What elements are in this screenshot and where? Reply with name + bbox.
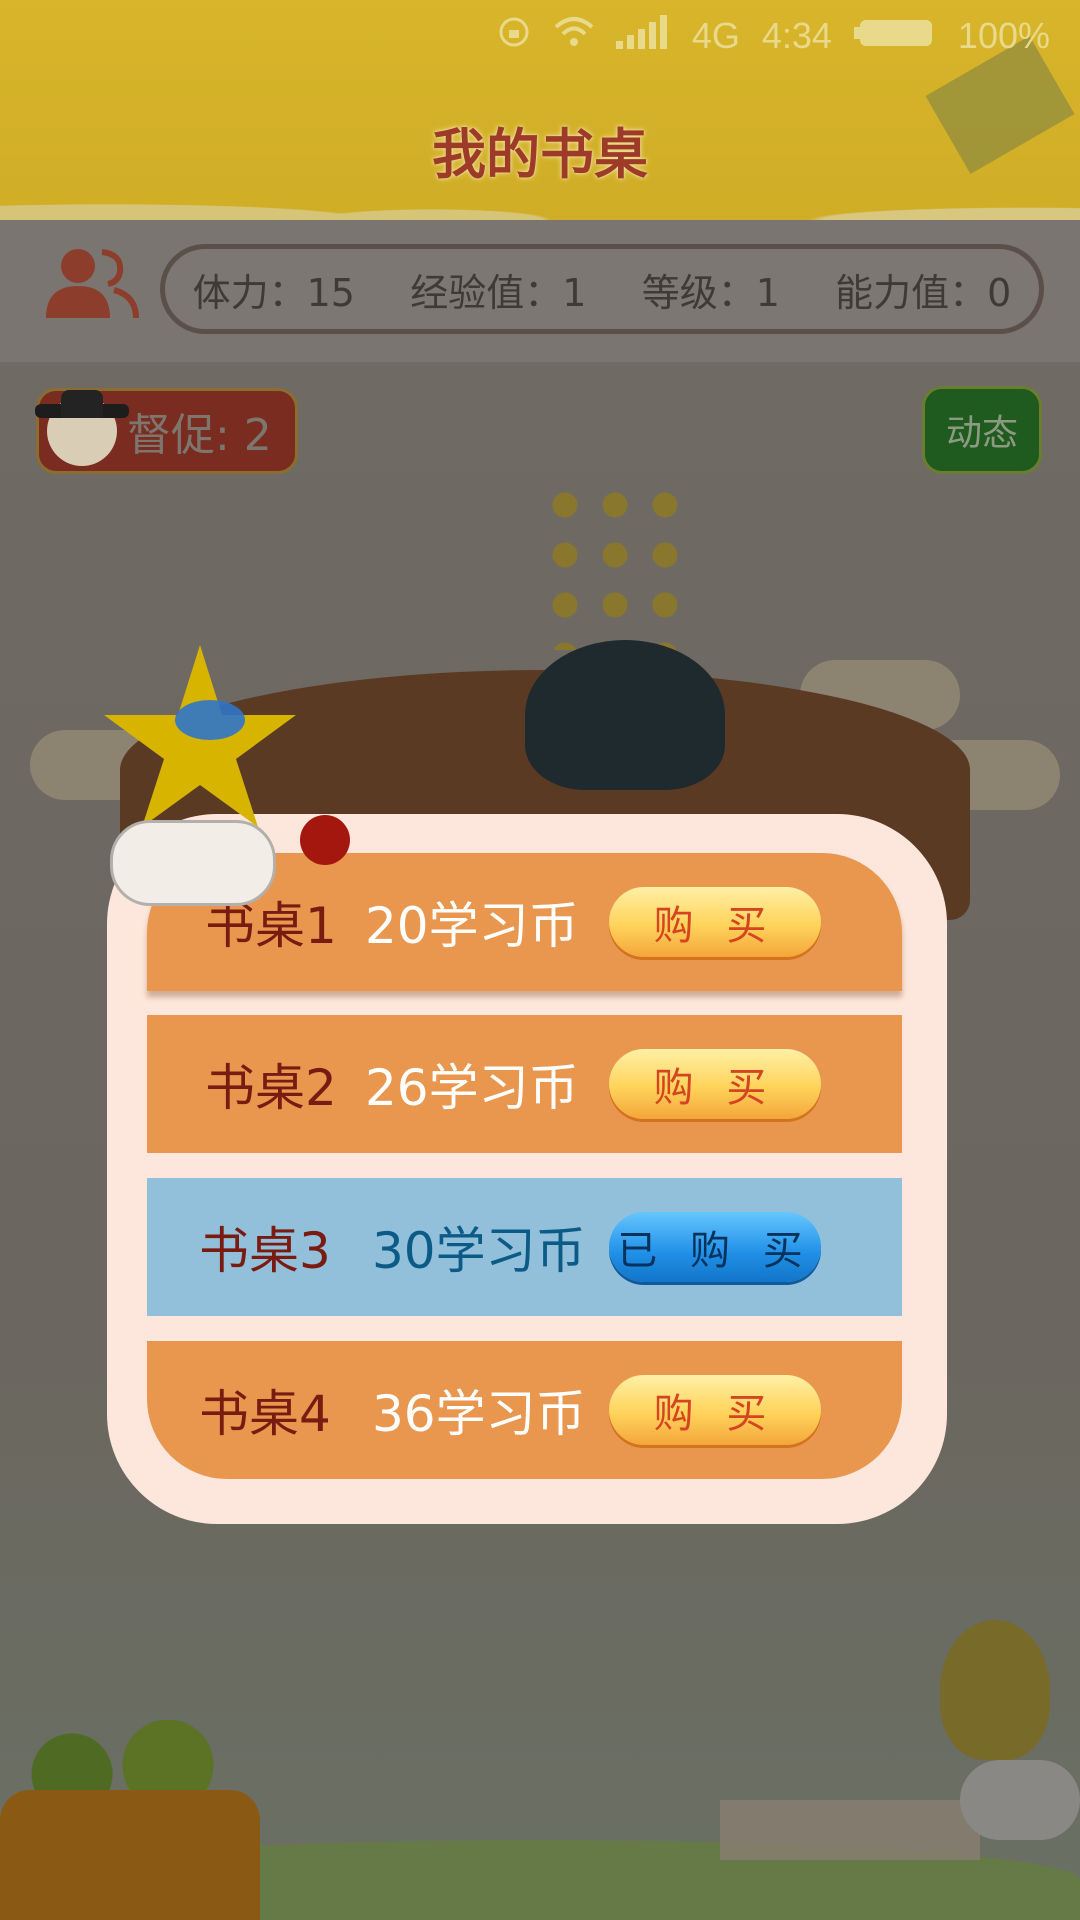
official-avatar-icon: [35, 390, 129, 466]
bought-button[interactable]: 已 购 买: [609, 1212, 821, 1282]
desk-name: 书桌4: [199, 1385, 331, 1443]
dynamic-button[interactable]: 动态: [922, 386, 1042, 474]
gourd-decoration: [300, 815, 350, 865]
level-stat: 等级：1: [641, 270, 780, 315]
village-decoration: [720, 1800, 980, 1860]
cloud-decoration: [960, 1760, 1080, 1840]
desk-row: 书桌3 30学习币 已 购 买: [147, 1178, 902, 1316]
desk-row: 书桌4 36学习币 购 买: [147, 1341, 902, 1479]
signal-icon: [615, 14, 670, 58]
buy-button[interactable]: 购 买: [609, 1375, 821, 1445]
star-mascot-eyes-decoration: [175, 700, 245, 740]
school-bus-decoration: [0, 1790, 260, 1920]
buy-button[interactable]: 购 买: [609, 887, 821, 957]
desk-row: 书桌2 26学习币 购 买: [147, 1015, 902, 1153]
network-type: 4G: [691, 15, 740, 56]
experience-stat: 经验值：1: [410, 270, 587, 315]
desk-price: 26学习币: [365, 1059, 579, 1117]
status-bar: 4G 4:34 100%: [0, 0, 1080, 72]
desk-price: 30学习币: [372, 1222, 586, 1280]
supervise-button[interactable]: 督促: 2: [35, 388, 298, 474]
official-hat-decoration: [525, 640, 725, 790]
rotation-lock-icon: [496, 14, 532, 59]
battery-icon: [853, 15, 936, 57]
buy-button[interactable]: 购 买: [609, 1049, 821, 1119]
wifi-icon: [554, 15, 594, 58]
mascot-cloud-decoration: [110, 820, 276, 906]
desk-name: 书桌3: [199, 1222, 331, 1280]
friends-icon[interactable]: [44, 246, 139, 319]
desk-price: 36学习币: [372, 1385, 586, 1443]
desk-price: 20学习币: [365, 897, 579, 955]
turtle-mascot-decoration: [940, 1620, 1050, 1760]
ability-stat: 能力值：0: [835, 270, 1012, 315]
desk-name: 书桌2: [205, 1059, 337, 1117]
battery-percent: 100%: [957, 15, 1050, 56]
stamina-stat: 体力：15: [192, 270, 355, 315]
page-title: 我的书桌: [432, 123, 648, 186]
stats-panel: 体力：15 经验值：1 等级：1 能力值：0: [160, 244, 1044, 334]
clock: 4:34: [761, 15, 832, 56]
dynamic-label: 动态: [945, 413, 1018, 454]
flowers-decoration: [540, 480, 700, 650]
supervise-label: 督促: 2: [127, 410, 272, 461]
